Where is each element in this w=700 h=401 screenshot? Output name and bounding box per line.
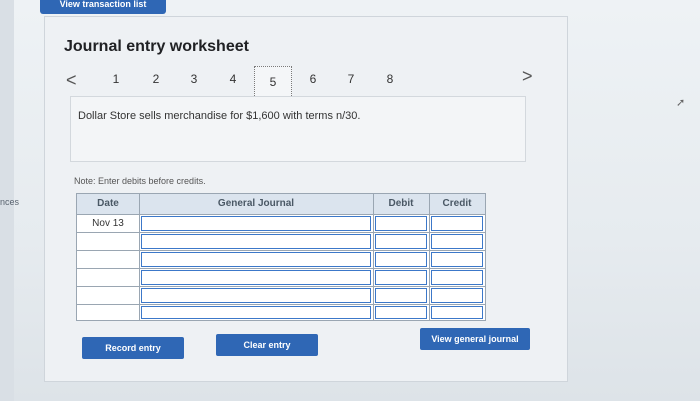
chevron-right-icon[interactable]: >: [522, 66, 533, 87]
column-divider: [139, 194, 140, 320]
column-divider: [373, 194, 374, 320]
account-input[interactable]: [141, 216, 371, 231]
row-date: Nov 13: [92, 218, 124, 229]
clear-entry-button[interactable]: Clear entry: [216, 334, 318, 356]
debit-input[interactable]: [375, 288, 427, 303]
debit-input[interactable]: [375, 252, 427, 267]
step-1[interactable]: 1: [106, 72, 126, 86]
transaction-prompt-box: [70, 96, 526, 162]
row-date: [77, 269, 139, 286]
debit-input[interactable]: [375, 234, 427, 249]
journal-table: Date General Journal Debit Credit Nov 13: [76, 193, 486, 321]
header-credit: Credit: [442, 198, 472, 209]
row-date: [77, 233, 139, 250]
header-general-journal: General Journal: [217, 198, 295, 209]
debit-input[interactable]: [375, 270, 427, 285]
account-input[interactable]: [141, 270, 371, 285]
view-transaction-list-label: View transaction list: [59, 0, 147, 8]
row-date: [77, 287, 139, 304]
step-2[interactable]: 2: [146, 72, 166, 86]
row-date: [77, 251, 139, 268]
step-6[interactable]: 6: [303, 72, 323, 86]
credit-input[interactable]: [431, 216, 483, 231]
view-general-journal-button[interactable]: View general journal: [420, 328, 530, 350]
transaction-prompt-text: Dollar Store sells merchandise for $1,60…: [78, 110, 361, 122]
account-input[interactable]: [141, 288, 371, 303]
step-4[interactable]: 4: [223, 72, 243, 86]
step-7[interactable]: 7: [341, 72, 361, 86]
header-debit: Debit: [388, 198, 414, 209]
page-title: Journal entry worksheet: [64, 38, 249, 55]
step-3[interactable]: 3: [184, 72, 204, 86]
mouse-cursor-icon: ➚: [676, 97, 686, 109]
account-input[interactable]: [141, 252, 371, 267]
chevron-left-icon[interactable]: <: [66, 70, 77, 91]
header-date: Date: [97, 198, 119, 209]
step-8[interactable]: 8: [380, 72, 400, 86]
account-input[interactable]: [141, 306, 371, 319]
row-date: [77, 305, 139, 322]
credit-input[interactable]: [431, 270, 483, 285]
debit-input[interactable]: [375, 216, 427, 231]
record-entry-button[interactable]: Record entry: [82, 337, 184, 359]
credit-input[interactable]: [431, 288, 483, 303]
column-divider: [429, 194, 430, 320]
step-5-active[interactable]: 5: [254, 66, 292, 98]
account-input[interactable]: [141, 234, 371, 249]
credit-input[interactable]: [431, 252, 483, 267]
credit-input[interactable]: [431, 234, 483, 249]
note-text: Note: Enter debits before credits.: [74, 176, 206, 186]
view-transaction-list-tab[interactable]: View transaction list: [40, 0, 166, 14]
credit-input[interactable]: [431, 306, 483, 319]
debit-input[interactable]: [375, 306, 427, 319]
side-label: nces: [0, 197, 20, 207]
